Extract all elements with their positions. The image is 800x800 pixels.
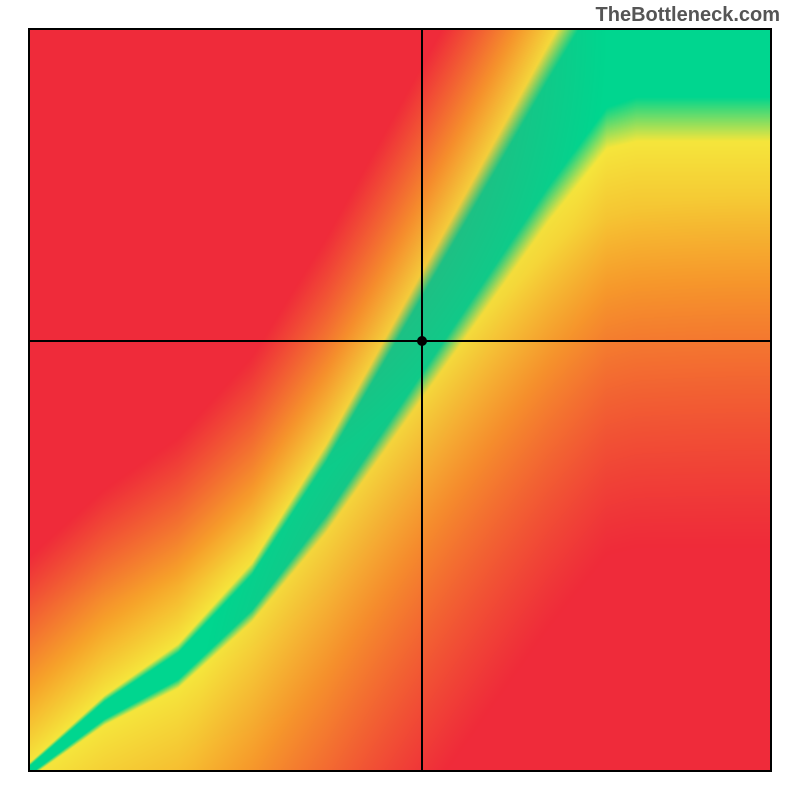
heatmap-canvas — [30, 30, 770, 770]
marker-dot — [417, 336, 427, 346]
crosshair-vertical — [421, 30, 423, 770]
watermark-text: TheBottleneck.com — [596, 4, 780, 27]
chart-frame — [28, 28, 772, 772]
crosshair-horizontal — [30, 340, 770, 342]
